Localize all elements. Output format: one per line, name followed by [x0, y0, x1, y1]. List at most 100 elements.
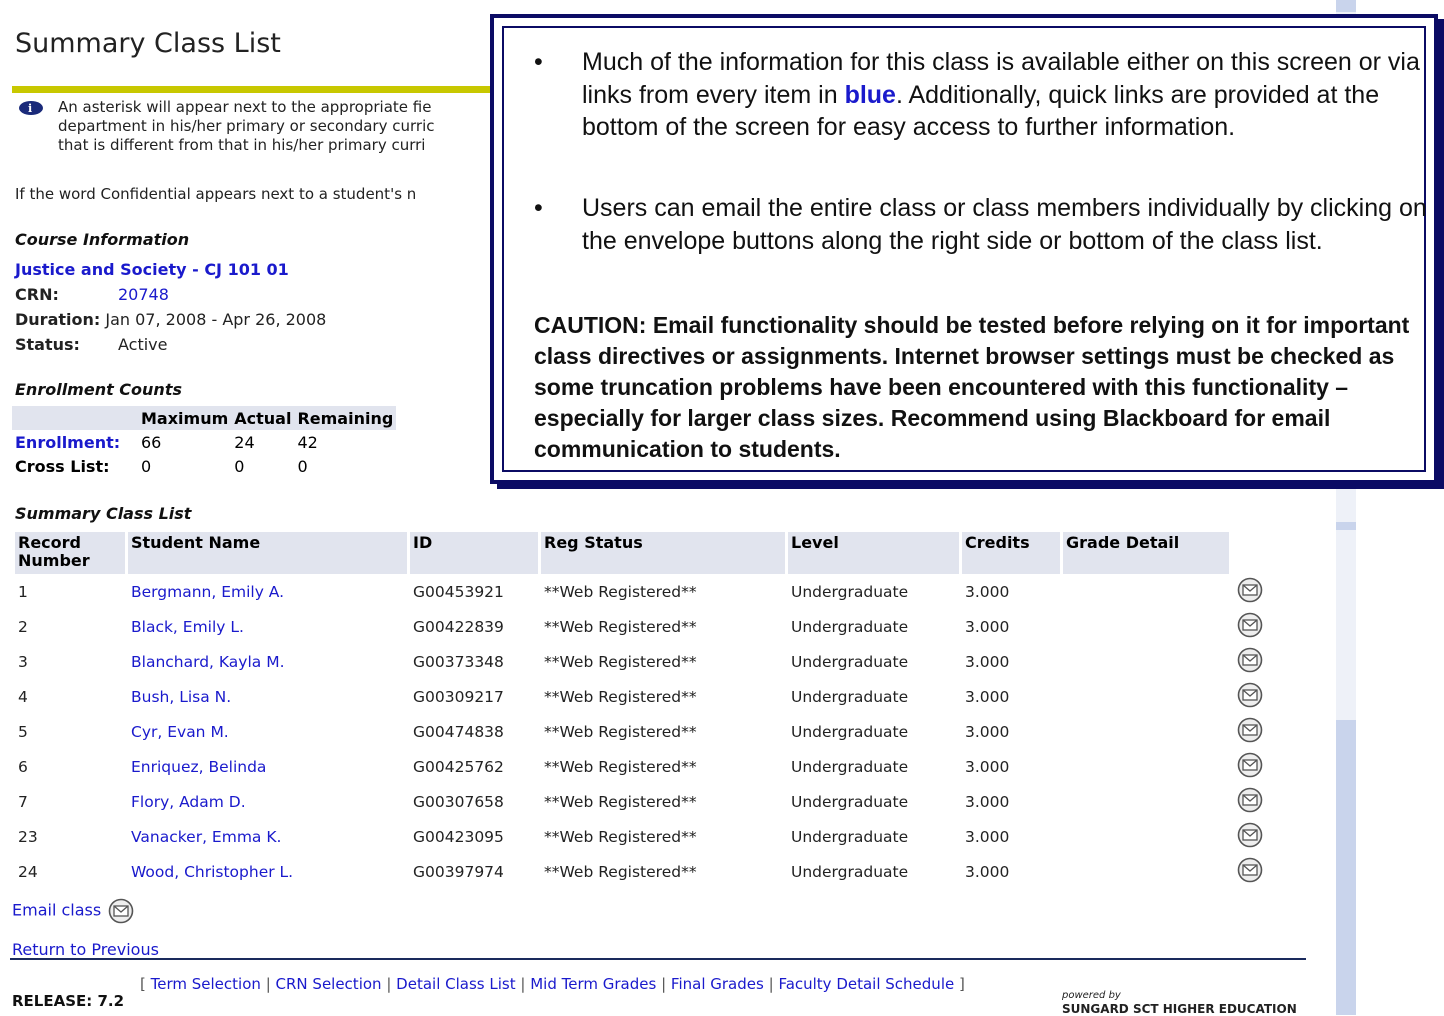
course-title-link[interactable]: Justice and Society - CJ 101 01	[15, 260, 289, 279]
vendor-logo-text: SUNGARD SCT HIGHER EDUCATION	[1062, 1002, 1297, 1016]
duration-value: Jan 07, 2008 - Apr 26, 2008	[105, 310, 327, 329]
student-name-link[interactable]: Blanchard, Kayla M.	[128, 644, 407, 679]
enrollment-actual: 24	[234, 432, 255, 452]
email-student-button[interactable]	[1232, 819, 1278, 854]
status-label: Status:	[15, 335, 80, 354]
footer-link-term-selection[interactable]: Term Selection	[151, 975, 261, 993]
envelope-icon[interactable]	[1235, 612, 1265, 642]
credits: 3.000	[965, 757, 1010, 776]
roster-body: 1 Bergmann, Emily A. G00453921 **Web Regist…	[15, 574, 1278, 889]
email-student-button[interactable]	[1232, 679, 1278, 714]
bullet-dot: •	[534, 194, 543, 222]
enrollment-maximum: 66	[141, 432, 162, 452]
col-reg-status: Reg Status	[541, 532, 785, 574]
enrollment-heading: Enrollment Counts	[15, 380, 182, 399]
email-student-button[interactable]	[1232, 644, 1278, 679]
envelope-icon[interactable]	[1235, 717, 1265, 747]
callout-caution: CAUTION: Email functionality should be t…	[534, 312, 1410, 462]
student-id: G00453921	[413, 582, 504, 601]
envelope-icon[interactable]	[1235, 577, 1265, 607]
student-name-link[interactable]: Vanacker, Emma K.	[128, 819, 407, 854]
credits: 3.000	[965, 827, 1010, 846]
table-row: 7 Flory, Adam D. G00307658 **Web Registered…	[15, 784, 1278, 819]
email-student-button[interactable]	[1232, 714, 1278, 749]
crosslist-actual: 0	[234, 456, 245, 476]
credits: 3.000	[965, 722, 1010, 741]
info-text: An asterisk will appear next to the appr…	[58, 98, 435, 154]
reg-status: **Web Registered**	[544, 862, 697, 881]
duration-label: Duration:	[15, 310, 101, 329]
release-version: RELEASE: 7.2	[12, 992, 125, 1010]
student-name-link[interactable]: Enriquez, Belinda	[128, 749, 407, 784]
scrollbar-thumb[interactable]	[1336, 720, 1356, 1015]
envelope-icon[interactable]	[1235, 647, 1265, 677]
duration-row: Duration: Jan 07, 2008 - Apr 26, 2008	[15, 310, 326, 329]
student-name-link[interactable]: Cyr, Evan M.	[128, 714, 407, 749]
student-id: G00474838	[413, 722, 504, 741]
footer-link-detail-class-list[interactable]: Detail Class List	[396, 975, 515, 993]
status-value: Active	[118, 335, 168, 354]
return-to-previous-link[interactable]: Return to Previous	[12, 940, 159, 959]
student-level: Undergraduate	[791, 582, 909, 601]
grade-detail	[1063, 714, 1229, 749]
reg-status: **Web Registered**	[544, 652, 697, 671]
email-student-button[interactable]	[1232, 784, 1278, 819]
grade-detail	[1063, 679, 1229, 714]
envelope-icon[interactable]	[1235, 787, 1265, 817]
crn-link[interactable]: 20748	[118, 285, 169, 304]
email-student-button[interactable]	[1232, 574, 1278, 609]
student-name-link[interactable]: Flory, Adam D.	[128, 784, 407, 819]
record-number: 7	[18, 792, 28, 811]
col-student-name: Student Name	[128, 532, 407, 574]
student-id: G00422839	[413, 617, 504, 636]
col-grade-detail: Grade Detail	[1063, 532, 1229, 574]
student-name-link[interactable]: Bergmann, Emily A.	[128, 574, 407, 609]
student-name-link[interactable]: Black, Emily L.	[128, 609, 407, 644]
envelope-icon[interactable]	[106, 898, 136, 924]
credits: 3.000	[965, 687, 1010, 706]
footer-link-crn-selection[interactable]: CRN Selection	[276, 975, 382, 993]
scrollbar-segment	[1336, 522, 1356, 530]
student-name-link[interactable]: Bush, Lisa N.	[128, 679, 407, 714]
student-level: Undergraduate	[791, 862, 909, 881]
reg-status: **Web Registered**	[544, 792, 697, 811]
bullet-dot: •	[534, 48, 543, 76]
student-name-link[interactable]: Wood, Christopher L.	[128, 854, 407, 889]
blue-highlight-word: blue	[844, 80, 896, 109]
email-class-link[interactable]: Email class	[12, 898, 136, 924]
grade-detail	[1063, 609, 1229, 644]
counts-header-remaining: Remaining	[294, 406, 397, 430]
grade-detail	[1063, 854, 1229, 889]
envelope-icon[interactable]	[1235, 682, 1265, 712]
student-level: Undergraduate	[791, 687, 909, 706]
callout-box: • Much of the information for this class…	[490, 14, 1438, 484]
reg-status: **Web Registered**	[544, 757, 697, 776]
table-row: 6 Enriquez, Belinda G00425762 **Web Registe…	[15, 749, 1278, 784]
counts-header-maximum: Maximum	[138, 406, 232, 430]
footer-link-final-grades[interactable]: Final Grades	[671, 975, 764, 993]
title-divider	[12, 86, 552, 93]
credits: 3.000	[965, 617, 1010, 636]
svg-text:i: i	[28, 102, 32, 115]
reg-status: **Web Registered**	[544, 827, 697, 846]
table-row: 2 Black, Emily L. G00422839 **Web Registere…	[15, 609, 1278, 644]
enrollment-label-link[interactable]: Enrollment:	[12, 430, 138, 454]
envelope-icon[interactable]	[1235, 822, 1265, 852]
footer-link-faculty-detail-schedule[interactable]: Faculty Detail Schedule	[778, 975, 954, 993]
email-class-label: Email class	[12, 900, 102, 920]
email-student-button[interactable]	[1232, 854, 1278, 889]
email-student-button[interactable]	[1232, 609, 1278, 644]
grade-detail	[1063, 574, 1229, 609]
grade-detail	[1063, 784, 1229, 819]
footer-link-mid-term-grades[interactable]: Mid Term Grades	[530, 975, 656, 993]
reg-status: **Web Registered**	[544, 617, 697, 636]
table-row: 4 Bush, Lisa N. G00309217 **Web Registered*…	[15, 679, 1278, 714]
envelope-icon[interactable]	[1235, 752, 1265, 782]
page-title: Summary Class List	[15, 28, 281, 59]
student-id: G00307658	[413, 792, 504, 811]
envelope-icon[interactable]	[1235, 857, 1265, 887]
powered-by: powered by	[1062, 990, 1121, 1001]
status-row: Status: Active	[15, 335, 168, 354]
footer-divider	[10, 958, 1306, 960]
email-student-button[interactable]	[1232, 749, 1278, 784]
